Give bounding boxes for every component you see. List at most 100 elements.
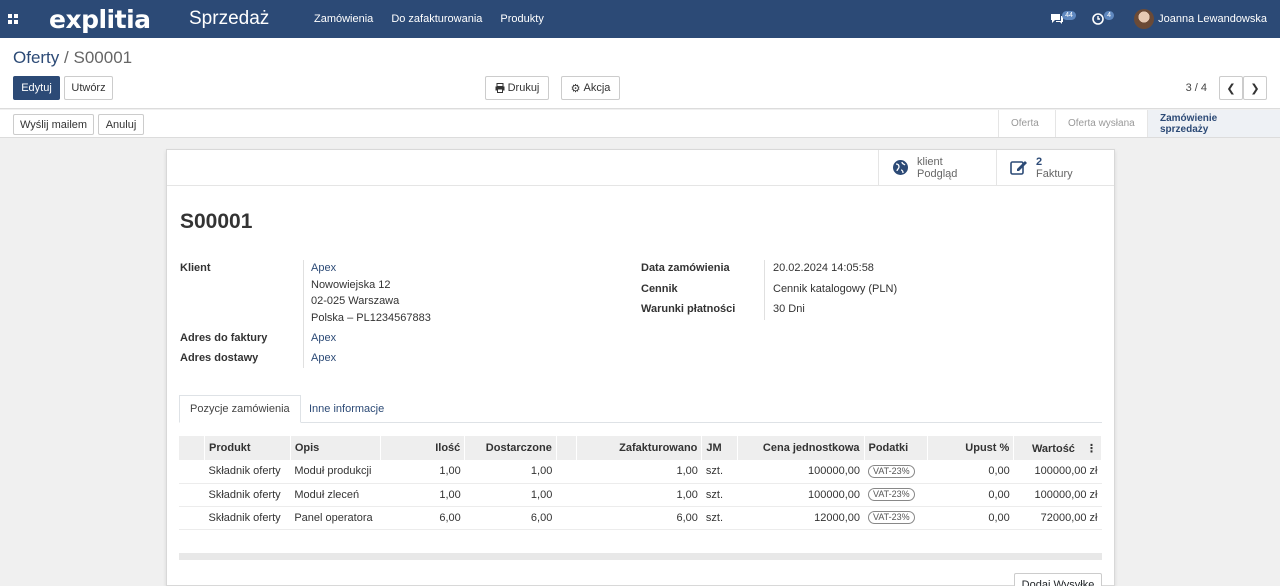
cell-unit-price[interactable]: 12000,00 [737, 506, 864, 530]
cell-uom[interactable]: szt. [701, 483, 738, 507]
pricelist-value: Cennik katalogowy (PLN) [773, 283, 898, 295]
invoices-label: Faktury [1036, 167, 1073, 180]
cell-description[interactable]: Moduł produkcji [290, 460, 381, 484]
menu-item-products[interactable]: Produkty [500, 13, 543, 25]
cell-spacer [556, 460, 577, 484]
cell-taxes[interactable]: VAT-23% [864, 460, 928, 484]
cell-delivered[interactable]: 1,00 [464, 483, 557, 507]
cancel-button[interactable]: Anuluj [98, 114, 144, 135]
column-header[interactable]: Dostarczone [464, 436, 557, 460]
cell-spacer [556, 506, 577, 530]
column-header[interactable]: Cena jednostkowa [737, 436, 865, 460]
cell-product[interactable]: Składnik oferty [204, 483, 291, 507]
cell-subtotal[interactable]: 100000,00 zł [1013, 460, 1102, 484]
cell-quantity[interactable]: 6,00 [380, 506, 465, 530]
control-panel: Oferty / S00001 Edytuj Utwórz Drukuj ⚙ A… [0, 38, 1280, 109]
create-button[interactable]: Utwórz [64, 76, 113, 100]
column-header[interactable]: Zafakturowano [576, 436, 703, 460]
column-header[interactable]: Podatki [864, 436, 929, 460]
status-stages: Oferta Oferta wysłana Zamówienie sprzeda… [998, 110, 1280, 137]
delivery-address-link[interactable]: Apex [311, 352, 336, 364]
cell-subtotal[interactable]: 100000,00 zł [1013, 483, 1102, 507]
cell-unit-price[interactable]: 100000,00 [737, 483, 864, 507]
table-row[interactable]: Składnik oferty Panel operatora 6,00 6,0… [179, 506, 1102, 530]
cell-spacer [556, 483, 577, 507]
tax-tag: VAT-23% [868, 464, 915, 478]
pager-next-button[interactable]: ❯ [1243, 76, 1267, 100]
breadcrumb-current: S00001 [73, 48, 133, 67]
column-header[interactable]: JM [701, 436, 739, 460]
column-header[interactable]: Upust % [927, 436, 1015, 460]
pager-value[interactable]: 3 / 4 [1186, 82, 1207, 94]
table-row[interactable]: Składnik oferty Moduł zleceń 1,00 1,00 1… [179, 483, 1102, 507]
top-menu: Zamówienia Do zafakturowania Produkty [314, 13, 562, 25]
preview-bottom-text: Podgląd [917, 167, 958, 180]
smart-button-box: klient Podgląd 2 Faktury [167, 150, 1114, 186]
cell-unit-price[interactable]: 100000,00 [737, 460, 864, 484]
activities-badge: 4 [1104, 11, 1115, 20]
cell-discount[interactable]: 0,00 [927, 506, 1014, 530]
user-name[interactable]: Joanna Lewandowska [1158, 13, 1267, 25]
field-divider [303, 260, 304, 368]
brand-logo[interactable]: explitia [49, 5, 151, 34]
row-handle [179, 483, 205, 507]
column-header[interactable]: Ilość [380, 436, 466, 460]
column-header[interactable]: Opis [290, 436, 381, 460]
cell-subtotal[interactable]: 72000,00 zł [1013, 506, 1102, 530]
column-header[interactable]: Wartość ⋮ [1013, 436, 1102, 460]
action-button[interactable]: ⚙ Akcja [561, 76, 620, 100]
cell-product[interactable]: Składnik oferty [204, 460, 291, 484]
cell-invoiced[interactable]: 1,00 [576, 460, 702, 484]
cell-description[interactable]: Moduł zleceń [290, 483, 381, 507]
customer-preview-button[interactable]: klient Podgląd [878, 150, 996, 185]
subtotal-header-label: Wartość [1031, 442, 1075, 455]
invoices-count: 2 [1036, 155, 1043, 168]
activities-button[interactable]: 4 [1092, 9, 1115, 29]
menu-item-to-invoice[interactable]: Do zafakturowania [391, 13, 482, 25]
preview-top-text: klient [917, 155, 943, 168]
cell-description[interactable]: Panel operatora [290, 506, 381, 530]
stage-quotation-sent[interactable]: Oferta wysłana [1055, 110, 1147, 137]
invoice-address-link[interactable]: Apex [311, 332, 336, 344]
payment-terms-label: Warunki płatności [641, 303, 736, 315]
cell-quantity[interactable]: 1,00 [380, 460, 465, 484]
breadcrumb-parent[interactable]: Oferty [13, 48, 59, 67]
edit-button[interactable]: Edytuj [13, 76, 60, 100]
cell-uom[interactable]: szt. [701, 506, 738, 530]
customer-link[interactable]: Apex [311, 262, 336, 274]
cell-taxes[interactable]: VAT-23% [864, 506, 928, 530]
cell-quantity[interactable]: 1,00 [380, 483, 465, 507]
menu-item-orders[interactable]: Zamówienia [314, 13, 373, 25]
add-shipping-button[interactable]: Dodaj Wysyłkę [1014, 573, 1102, 586]
cell-product[interactable]: Składnik oferty [204, 506, 291, 530]
status-bar: Wyślij mailem Anuluj Oferta Oferta wysła… [0, 110, 1280, 138]
apps-menu-icon[interactable] [0, 0, 26, 38]
cell-delivered[interactable]: 6,00 [464, 506, 557, 530]
notebook-tabs: Pozycje zamówienia Inne informacje [179, 395, 1102, 423]
messages-button[interactable]: 44 [1050, 9, 1076, 29]
column-options-icon[interactable]: ⋮ [1086, 443, 1097, 455]
invoices-button[interactable]: 2 Faktury [996, 150, 1114, 185]
cell-discount[interactable]: 0,00 [927, 483, 1014, 507]
stage-sales-order[interactable]: Zamówienie sprzedaży [1147, 110, 1280, 137]
column-header[interactable]: Produkt [204, 436, 291, 460]
print-button[interactable]: Drukuj [485, 76, 549, 100]
cell-delivered[interactable]: 1,00 [464, 460, 557, 484]
horizontal-scrollbar[interactable] [179, 553, 1102, 560]
send-email-button[interactable]: Wyślij mailem [13, 114, 94, 135]
invoice-address-label: Adres do faktury [180, 332, 268, 344]
table-row[interactable]: Składnik oferty Moduł produkcji 1,00 1,0… [179, 460, 1102, 484]
app-name[interactable]: Sprzedaż [189, 8, 293, 30]
cell-uom[interactable]: szt. [701, 460, 738, 484]
row-handle-header [179, 436, 206, 460]
pager-previous-button[interactable]: ❮ [1219, 76, 1243, 100]
tab-other-info[interactable]: Inne informacje [299, 395, 394, 423]
tab-order-lines[interactable]: Pozycje zamówienia [179, 395, 301, 423]
tax-tag: VAT-23% [868, 511, 915, 524]
cell-discount[interactable]: 0,00 [927, 460, 1014, 484]
avatar[interactable] [1134, 9, 1155, 29]
cell-invoiced[interactable]: 6,00 [576, 506, 702, 530]
cell-taxes[interactable]: VAT-23% [864, 483, 928, 507]
cell-invoiced[interactable]: 1,00 [576, 483, 702, 507]
stage-quotation[interactable]: Oferta [998, 110, 1055, 137]
